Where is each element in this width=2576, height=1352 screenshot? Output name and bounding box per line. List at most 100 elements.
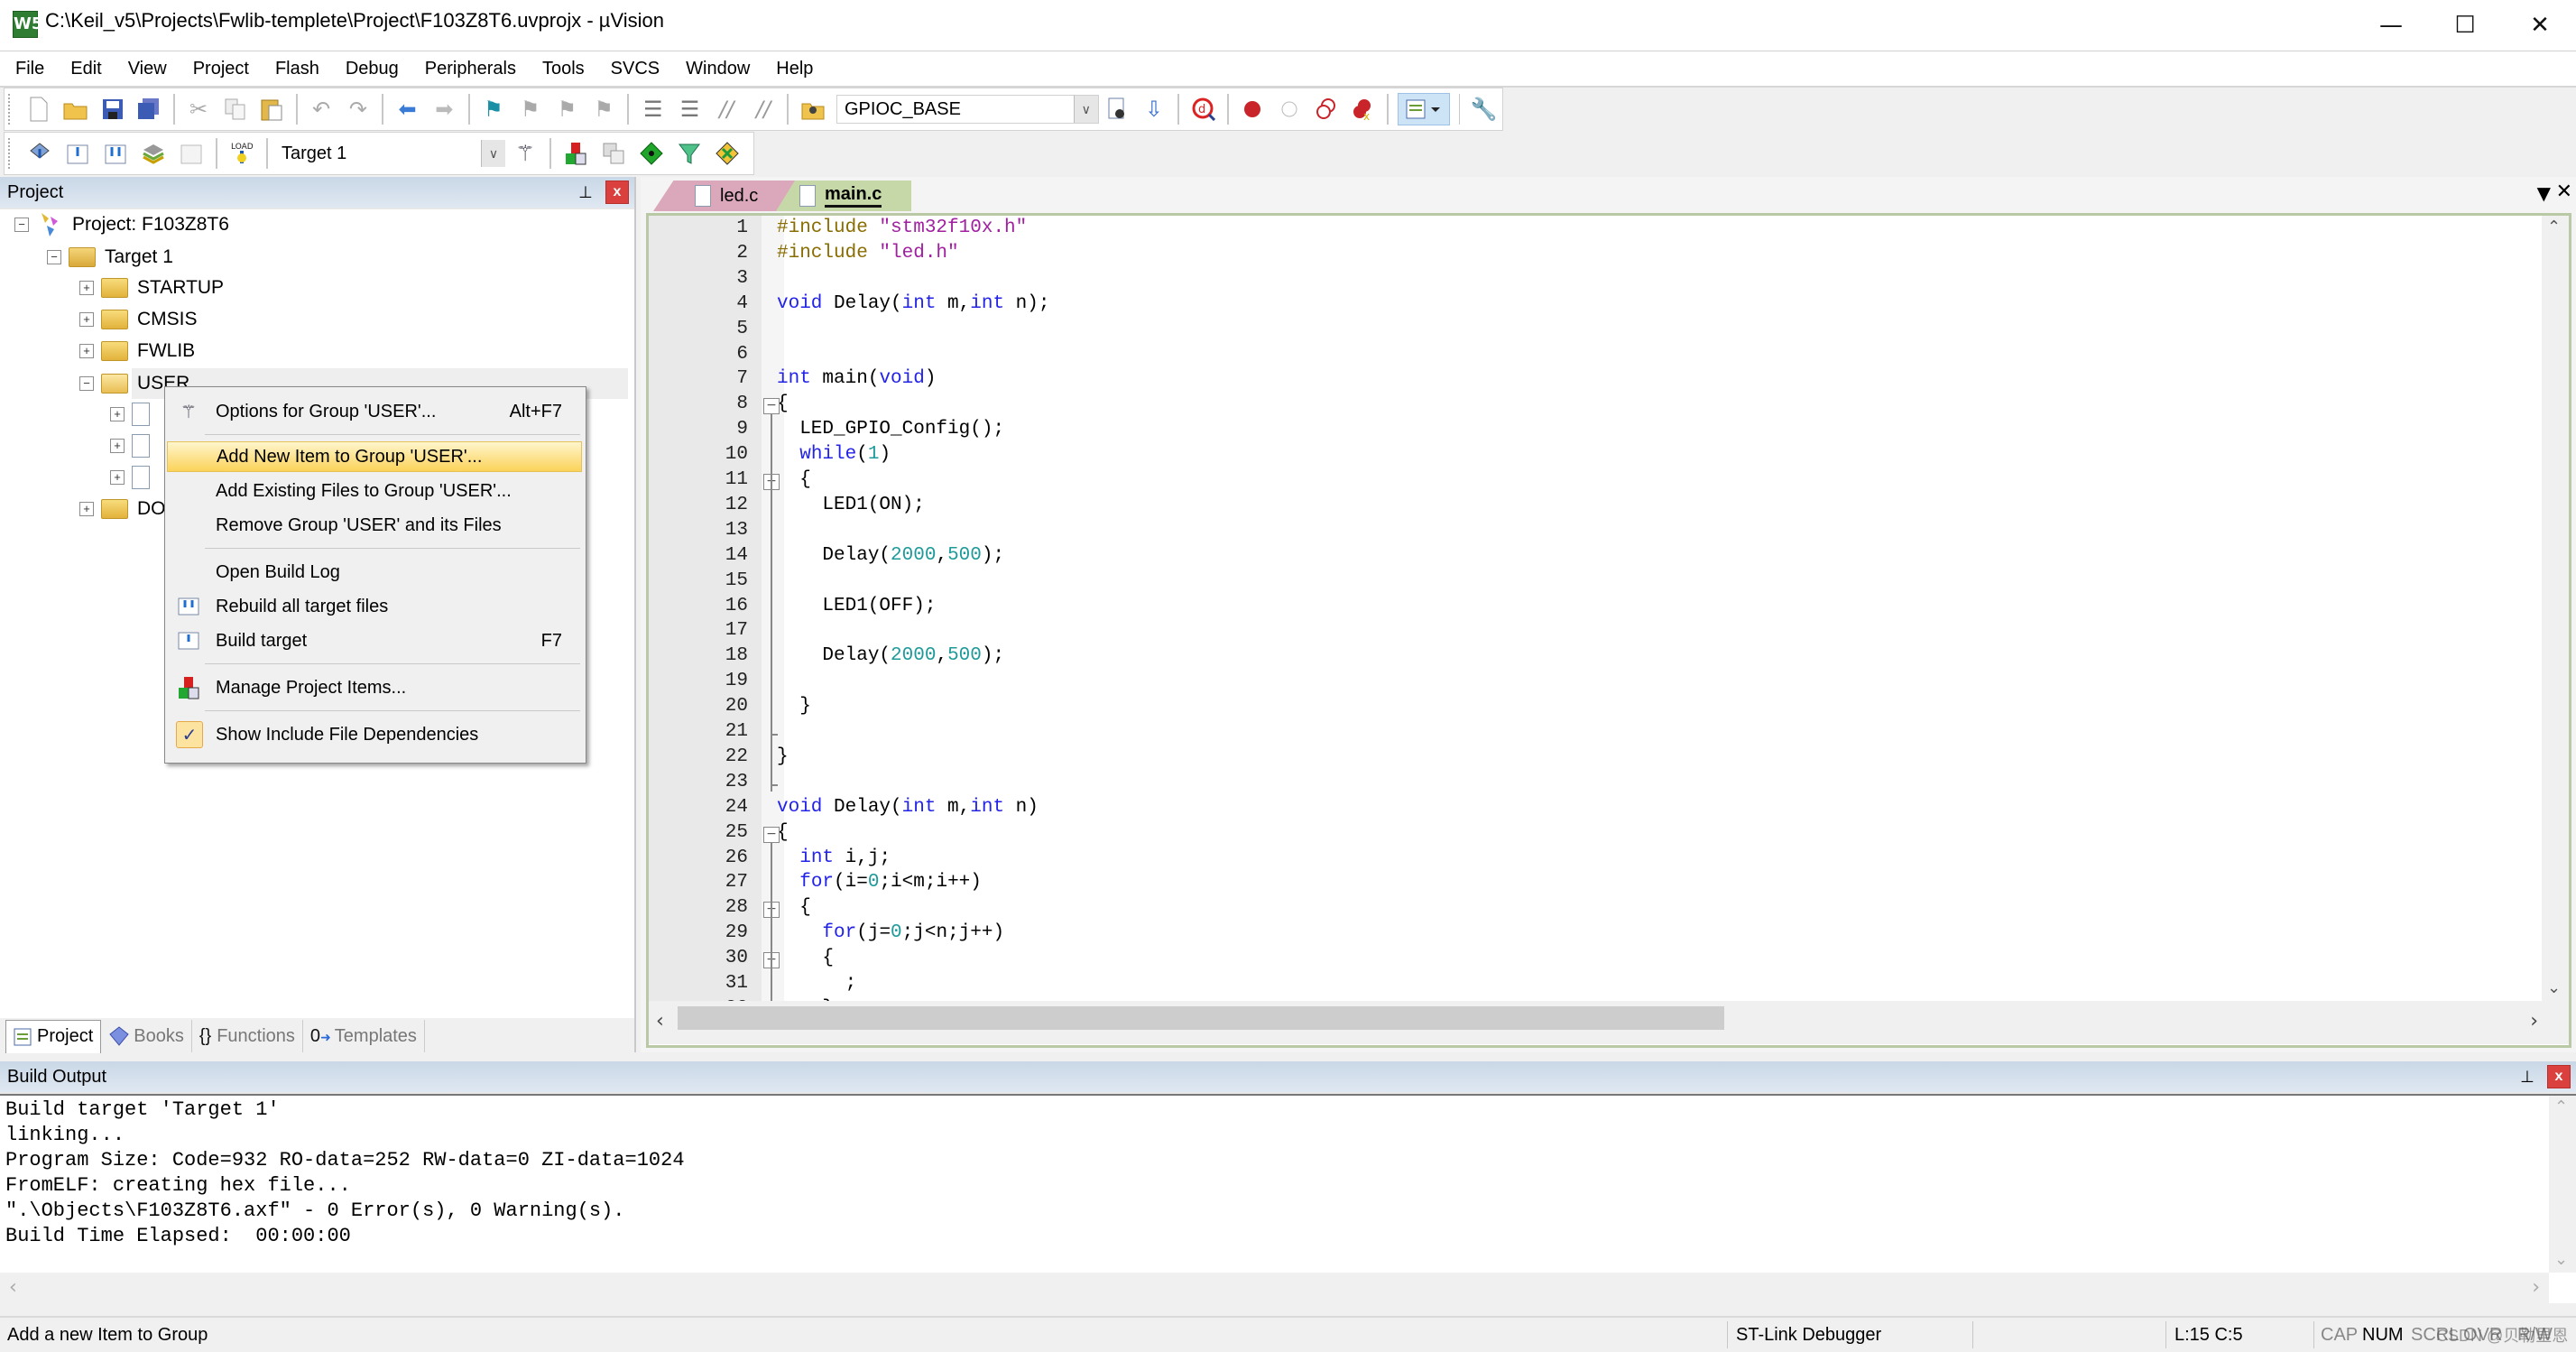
tree-node-file[interactable]: +: [110, 399, 159, 430]
insert-bookmark-icon[interactable]: ⚑: [479, 94, 509, 125]
expand-icon[interactable]: +: [110, 470, 125, 485]
new-file-icon[interactable]: [24, 94, 54, 125]
close-editor-icon[interactable]: ✕: [2556, 181, 2572, 203]
manage-rte-icon[interactable]: [636, 138, 667, 169]
scroll-down-icon[interactable]: ⌄: [2547, 978, 2561, 997]
scroll-up-icon[interactable]: ⌃: [2547, 218, 2561, 236]
menu-help[interactable]: Help: [765, 59, 824, 79]
tree-node-startup[interactable]: + STARTUP: [79, 273, 224, 303]
select-packs-icon[interactable]: [598, 138, 629, 169]
software-packs-icon[interactable]: [712, 138, 743, 169]
expand-icon[interactable]: +: [79, 502, 94, 516]
scroll-down-icon[interactable]: ⌄: [2554, 1250, 2568, 1269]
tab-led-c[interactable]: led.c: [653, 181, 798, 211]
copy-icon[interactable]: [220, 94, 250, 125]
menu-project[interactable]: Project: [182, 59, 260, 79]
tree-node-doc[interactable]: + DO: [79, 494, 166, 524]
rebuild-icon[interactable]: [100, 138, 131, 169]
fold-toggle-icon[interactable]: −: [763, 826, 780, 843]
scroll-right-icon[interactable]: ›: [2532, 1276, 2540, 1299]
next-bookmark-icon[interactable]: ⚑: [552, 94, 582, 125]
disable-breakpoints-icon[interactable]: [1311, 94, 1341, 125]
editor-vertical-scrollbar[interactable]: ⌃ ⌄: [2542, 216, 2569, 1001]
find-in-files-icon[interactable]: [798, 94, 827, 125]
menu-item-build-target[interactable]: Build target F7: [167, 625, 582, 656]
maximize-button[interactable]: ☐: [2429, 0, 2501, 51]
fold-toggle-icon[interactable]: −: [763, 398, 780, 415]
stop-build-icon[interactable]: [176, 138, 207, 169]
paste-icon[interactable]: [257, 94, 287, 125]
scroll-thumb[interactable]: [678, 1006, 1724, 1030]
menu-item-add-existing-files[interactable]: Add Existing Files to Group 'USER'...: [167, 476, 582, 506]
download-load-icon[interactable]: LOAD: [226, 138, 257, 169]
collapse-icon[interactable]: −: [47, 250, 61, 264]
cut-icon[interactable]: ✂: [184, 94, 214, 125]
toolbar-grip[interactable]: [8, 94, 15, 125]
chevron-down-icon[interactable]: ∨: [481, 140, 505, 167]
indent-icon[interactable]: ☰: [638, 94, 668, 125]
enable-breakpoint-icon[interactable]: [1275, 94, 1305, 125]
undo-icon[interactable]: ↶: [307, 94, 337, 125]
toolbar-grip[interactable]: [8, 138, 15, 169]
build-icon[interactable]: [62, 138, 93, 169]
close-panel-button[interactable]: x: [2547, 1065, 2571, 1088]
menu-svcs[interactable]: SVCS: [600, 59, 670, 79]
open-file-icon[interactable]: [61, 94, 91, 125]
debug-session-icon[interactable]: d: [1188, 94, 1218, 125]
target-combo[interactable]: Target 1 ∨: [273, 139, 506, 168]
menu-tools[interactable]: Tools: [531, 59, 596, 79]
expand-icon[interactable]: +: [79, 281, 94, 295]
menu-view[interactable]: View: [117, 59, 178, 79]
minimize-button[interactable]: —: [2355, 0, 2427, 51]
navigate-back-icon[interactable]: ⬅: [392, 94, 422, 125]
kill-breakpoints-icon[interactable]: x: [1348, 94, 1378, 125]
tab-templates[interactable]: 0➜ Templates: [303, 1020, 425, 1052]
tab-functions[interactable]: {} Functions: [192, 1020, 303, 1052]
uncomment-icon[interactable]: //: [749, 94, 779, 125]
tab-project[interactable]: Project: [5, 1019, 102, 1053]
incremental-find-icon[interactable]: ⇩: [1140, 94, 1169, 125]
menu-item-add-new-item[interactable]: Add New Item to Group 'USER'...: [167, 441, 582, 472]
menu-item-show-include-dependencies[interactable]: ✓ Show Include File Dependencies: [167, 719, 582, 750]
code-editor[interactable]: 1 #include "stm32f10x.h" 2 #include "led.h"…: [646, 213, 2571, 1048]
save-icon[interactable]: [97, 94, 127, 125]
batch-build-icon[interactable]: [138, 138, 169, 169]
build-output-horizontal-scrollbar[interactable]: ‹ ›: [0, 1273, 2549, 1303]
collapse-icon[interactable]: −: [14, 218, 29, 232]
tree-node-fwlib[interactable]: + FWLIB: [79, 336, 195, 366]
tree-node-file[interactable]: +: [110, 462, 159, 493]
chevron-down-icon[interactable]: ∨: [1073, 96, 1098, 123]
save-all-icon[interactable]: [134, 94, 164, 125]
manage-project-items-icon[interactable]: [560, 138, 591, 169]
editor-horizontal-scrollbar[interactable]: ‹ ›: [649, 1001, 2569, 1044]
menu-window[interactable]: Window: [675, 59, 761, 79]
insert-breakpoint-icon[interactable]: [1238, 94, 1268, 125]
translate-icon[interactable]: [24, 138, 55, 169]
menu-item-options-for-group[interactable]: ⚚ Options for Group 'USER'... Alt+F7: [167, 396, 582, 427]
scroll-up-icon[interactable]: ⌃: [2554, 1097, 2568, 1116]
expand-icon[interactable]: +: [110, 407, 125, 421]
redo-icon[interactable]: ↷: [344, 94, 374, 125]
menu-item-rebuild-all[interactable]: Rebuild all target files: [167, 591, 582, 622]
expand-icon[interactable]: +: [79, 344, 94, 358]
menu-item-open-build-log[interactable]: Open Build Log: [167, 557, 582, 588]
pin-icon[interactable]: ⊥: [2518, 1068, 2536, 1087]
close-panel-button[interactable]: x: [605, 181, 629, 204]
menu-item-remove-group[interactable]: Remove Group 'USER' and its Files: [167, 510, 582, 541]
menu-peripherals[interactable]: Peripherals: [414, 59, 527, 79]
tab-main-c[interactable]: main.c: [776, 181, 911, 211]
tree-node-cmsis[interactable]: + CMSIS: [79, 304, 198, 335]
scroll-right-icon[interactable]: ›: [2530, 1010, 2538, 1033]
scroll-left-icon[interactable]: ‹: [9, 1276, 17, 1299]
previous-bookmark-icon[interactable]: ⚑: [515, 94, 545, 125]
build-output-vertical-scrollbar[interactable]: ⌃ ⌄: [2549, 1096, 2576, 1273]
menu-debug[interactable]: Debug: [335, 59, 410, 79]
menu-edit[interactable]: Edit: [60, 59, 112, 79]
configure-wrench-icon[interactable]: 🔧: [1469, 94, 1499, 125]
pack-installer-icon[interactable]: [674, 138, 705, 169]
comment-icon[interactable]: //: [712, 94, 742, 125]
tab-books[interactable]: Books: [101, 1020, 192, 1052]
unindent-icon[interactable]: ☰: [675, 94, 705, 125]
expand-icon[interactable]: +: [79, 312, 94, 327]
find-icon[interactable]: [1103, 94, 1132, 125]
